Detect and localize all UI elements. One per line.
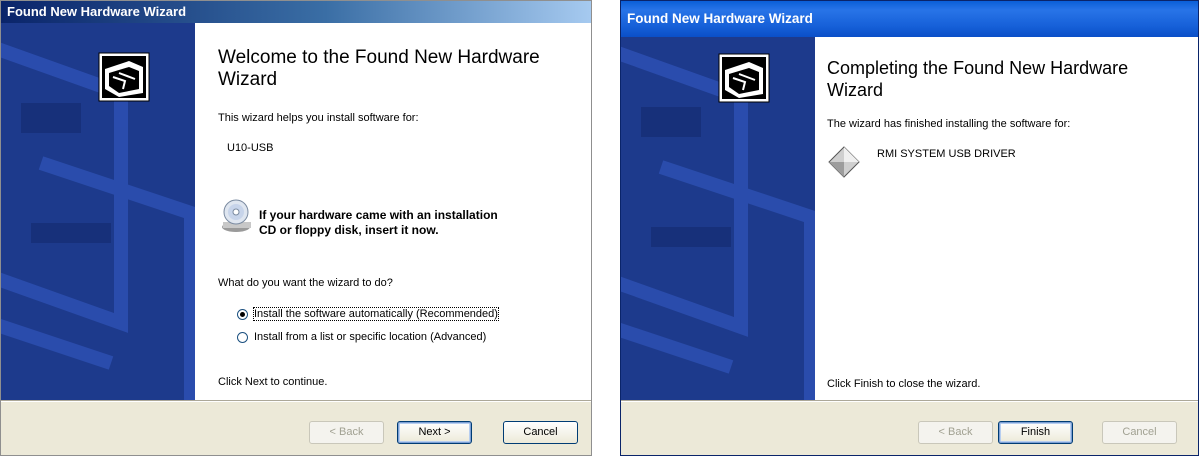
radio-automatic[interactable] — [237, 309, 248, 320]
wizard-body: Welcome to the Found New Hardware Wizard… — [195, 23, 591, 400]
button-bar: < Back Next > Cancel — [1, 400, 591, 455]
option-advanced-label[interactable]: Install from a list or specific location… — [254, 331, 486, 343]
continue-hint: Click Next to continue. — [218, 376, 328, 388]
wizard-window-complete: Found New Hardware Wizard Completing the… — [620, 0, 1199, 456]
back-button[interactable]: < Back — [918, 421, 993, 444]
hardware-wizard-icon — [718, 53, 770, 103]
window-title: Found New Hardware Wizard — [621, 1, 1198, 37]
sidebar-artwork — [1, 23, 195, 400]
cancel-button[interactable]: Cancel — [503, 421, 578, 444]
sidebar-artwork — [621, 37, 815, 400]
wizard-body: Completing the Found New Hardware Wizard… — [815, 37, 1198, 400]
intro-text: The wizard has finished installing the s… — [827, 118, 1071, 130]
option-automatic-label[interactable]: Install the software automatically (Reco… — [253, 307, 499, 321]
cancel-button[interactable]: Cancel — [1102, 421, 1177, 444]
question-label: What do you want the wizard to do? — [218, 277, 393, 289]
page-title: Welcome to the Found New Hardware Wizard — [218, 47, 540, 90]
back-button[interactable]: < Back — [309, 421, 384, 444]
wizard-sidebar — [621, 37, 815, 400]
wizard-content: Welcome to the Found New Hardware Wizard… — [1, 23, 591, 400]
hardware-wizard-icon — [98, 52, 150, 102]
wizard-window-welcome: Found New Hardware Wizard Welcome to the… — [0, 0, 592, 456]
radio-advanced[interactable] — [237, 332, 248, 343]
wizard-content: Completing the Found New Hardware Wizard… — [621, 37, 1198, 400]
device-name: U10-USB — [227, 142, 274, 154]
footer-divider — [1, 400, 591, 402]
finish-hint: Click Finish to close the wizard. — [827, 378, 981, 390]
wizard-sidebar — [1, 23, 195, 400]
cd-notice: If your hardware came with an installati… — [259, 208, 498, 237]
button-bar: < Back Finish Cancel — [621, 400, 1198, 455]
next-button[interactable]: Next > — [397, 421, 472, 444]
intro-text: This wizard helps you install software f… — [218, 112, 419, 124]
cd-drive-icon — [222, 199, 251, 232]
device-name: RMI SYSTEM USB DRIVER — [877, 148, 1016, 160]
device-diamond-icon — [828, 146, 860, 178]
page-title: Completing the Found New Hardware Wizard — [827, 58, 1129, 100]
footer-divider — [621, 400, 1198, 402]
finish-button[interactable]: Finish — [998, 421, 1073, 444]
window-title: Found New Hardware Wizard — [1, 1, 591, 23]
